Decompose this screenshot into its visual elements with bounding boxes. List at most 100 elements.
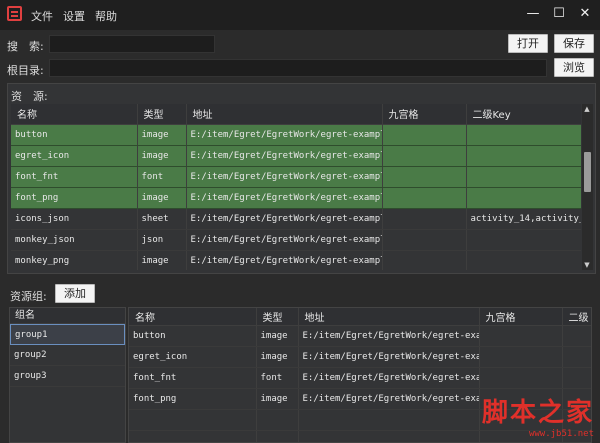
gcol-second-key[interactable]: 二级 xyxy=(562,308,591,326)
cell-type[interactable]: image xyxy=(137,187,187,209)
cell-name[interactable]: button xyxy=(129,325,257,347)
browse-button[interactable]: 浏览 xyxy=(554,58,594,77)
cell-nine-grid[interactable] xyxy=(479,346,563,368)
cell-url[interactable]: E:/item/Egret/EgretWork/egret-examples xyxy=(186,250,383,270)
cell-name[interactable]: font_png xyxy=(129,388,257,410)
col-url[interactable]: 地址 xyxy=(186,104,383,125)
cell-url[interactable]: E:/item/Egret/EgretWork/egret-examp xyxy=(298,388,480,410)
col-nine-grid[interactable]: 九宫格 xyxy=(382,104,467,125)
cell-type[interactable]: font xyxy=(137,166,187,188)
table-row[interactable]: button image E:/item/Egret/EgretWork/egret… xyxy=(129,325,591,347)
cell-type[interactable]: image xyxy=(137,124,187,146)
cell-type[interactable]: image xyxy=(256,325,299,347)
groups-label: 资源组: xyxy=(10,290,47,303)
table-row[interactable]: icons_json sheet E:/item/Egret/EgretWork/e… xyxy=(11,208,581,230)
cell-nine-grid[interactable] xyxy=(479,325,563,347)
gcol-type[interactable]: 类型 xyxy=(256,308,299,326)
col-type[interactable]: 类型 xyxy=(137,104,187,125)
watermark-title: 脚本之家 xyxy=(481,398,594,428)
cell-url[interactable]: E:/item/Egret/EgretWork/egret-examples xyxy=(186,145,383,167)
table-row[interactable]: font_fnt font E:/item/Egret/EgretWork/egre… xyxy=(129,367,591,389)
minimize-icon[interactable]: — xyxy=(522,4,544,24)
root-dir-label: 根目录: xyxy=(7,64,44,77)
app-logo-icon xyxy=(7,6,22,21)
table-row[interactable]: font_png image E:/item/Egret/EgretWork/egr… xyxy=(11,187,581,209)
cell-name[interactable]: icons_json xyxy=(11,208,138,230)
cell-nine-grid[interactable] xyxy=(382,229,467,251)
cell-nine-grid[interactable] xyxy=(382,166,467,188)
cell-type[interactable]: sheet xyxy=(137,208,187,230)
cell-nine-grid[interactable] xyxy=(382,187,467,209)
group-resources-header-row: 名称 类型 地址 九宫格 二级 xyxy=(129,308,591,326)
cell-second-key[interactable] xyxy=(562,367,591,389)
cell-url[interactable]: E:/item/Egret/EgretWork/egret-examples xyxy=(186,208,383,230)
maximize-icon[interactable]: ☐ xyxy=(548,4,570,24)
cell-second-key[interactable] xyxy=(466,229,581,251)
table-row[interactable]: egret_icon image E:/item/Egret/EgretWork/e… xyxy=(11,145,581,167)
gcol-nine-grid[interactable]: 九宫格 xyxy=(479,308,563,326)
cell-type[interactable]: image xyxy=(256,346,299,368)
cell-type[interactable]: image xyxy=(137,250,187,270)
cell-url[interactable]: E:/item/Egret/EgretWork/egret-examp xyxy=(298,325,480,347)
cell-second-key[interactable] xyxy=(466,187,581,209)
cell-nine-grid[interactable] xyxy=(382,145,467,167)
cell-second-key[interactable]: activity_14,activity_6 xyxy=(466,208,581,230)
add-group-button[interactable]: 添加 xyxy=(55,284,95,303)
menu-help[interactable]: 帮助 xyxy=(95,8,117,24)
resources-scroll-thumb[interactable] xyxy=(584,152,591,192)
cell-name[interactable]: monkey_json xyxy=(11,229,138,251)
cell-type[interactable]: image xyxy=(256,388,299,410)
table-row[interactable]: button image E:/item/Egret/EgretWork/egret… xyxy=(11,124,581,146)
menu-settings[interactable]: 设置 xyxy=(63,8,85,24)
group-list-item[interactable]: group3 xyxy=(10,366,125,387)
cell-type[interactable]: font xyxy=(256,367,299,389)
cell-name[interactable]: egret_icon xyxy=(11,145,138,167)
cell-url[interactable]: E:/item/Egret/EgretWork/egret-examples xyxy=(186,229,383,251)
save-button[interactable]: 保存 xyxy=(554,34,594,53)
table-row[interactable]: monkey_json json E:/item/Egret/EgretWork/e… xyxy=(11,229,581,251)
cell-name[interactable]: font_fnt xyxy=(11,166,138,188)
scroll-up-icon[interactable]: ▲ xyxy=(582,105,592,113)
cell-second-key[interactable] xyxy=(466,145,581,167)
search-input[interactable] xyxy=(49,35,215,53)
scroll-down-icon[interactable]: ▼ xyxy=(582,261,592,269)
group-list-item[interactable]: group1 xyxy=(10,324,125,345)
gcol-url[interactable]: 地址 xyxy=(298,308,480,326)
group-list: group1 group2 group3 xyxy=(10,324,125,387)
cell-type[interactable]: image xyxy=(137,145,187,167)
cell-second-key[interactable] xyxy=(562,346,591,368)
cell-url[interactable]: E:/item/Egret/EgretWork/egret-examples xyxy=(186,166,383,188)
cell-url[interactable]: E:/item/Egret/EgretWork/egret-examples xyxy=(186,187,383,209)
col-second-key[interactable]: 二级Key xyxy=(466,104,581,125)
resources-label: 资 源: xyxy=(11,90,48,103)
cell-second-key[interactable] xyxy=(466,124,581,146)
root-dir-input[interactable] xyxy=(49,59,547,77)
table-row[interactable]: font_fnt font E:/item/Egret/EgretWork/egre… xyxy=(11,166,581,188)
cell-nine-grid[interactable] xyxy=(382,208,467,230)
cell-second-key[interactable] xyxy=(562,325,591,347)
cell-url[interactable]: E:/item/Egret/EgretWork/egret-examp xyxy=(298,367,480,389)
cell-name[interactable]: button xyxy=(11,124,138,146)
open-button[interactable]: 打开 xyxy=(508,34,548,53)
resources-scrollbar[interactable]: ▲ ▼ xyxy=(582,104,593,270)
group-list-item[interactable]: group2 xyxy=(10,345,125,366)
cell-second-key[interactable] xyxy=(466,250,581,270)
cell-second-key[interactable] xyxy=(466,166,581,188)
gcol-name[interactable]: 名称 xyxy=(129,308,257,326)
cell-url[interactable]: E:/item/Egret/EgretWork/egret-examples xyxy=(186,124,383,146)
watermark-url: www.jb51.net xyxy=(528,429,594,439)
col-name[interactable]: 名称 xyxy=(11,104,138,125)
close-icon[interactable]: ✕ xyxy=(574,4,596,24)
cell-nine-grid[interactable] xyxy=(479,367,563,389)
cell-nine-grid[interactable] xyxy=(382,250,467,270)
cell-nine-grid[interactable] xyxy=(382,124,467,146)
cell-name[interactable]: monkey_png xyxy=(11,250,138,270)
menu-file[interactable]: 文件 xyxy=(31,8,53,24)
cell-name[interactable]: font_fnt xyxy=(129,367,257,389)
cell-name[interactable]: egret_icon xyxy=(129,346,257,368)
cell-url[interactable]: E:/item/Egret/EgretWork/egret-examp xyxy=(298,346,480,368)
cell-type[interactable]: json xyxy=(137,229,187,251)
table-row[interactable]: egret_icon image E:/item/Egret/EgretWork/e… xyxy=(129,346,591,368)
table-row[interactable]: monkey_png image E:/item/Egret/EgretWork/e… xyxy=(11,250,581,270)
cell-name[interactable]: font_png xyxy=(11,187,138,209)
